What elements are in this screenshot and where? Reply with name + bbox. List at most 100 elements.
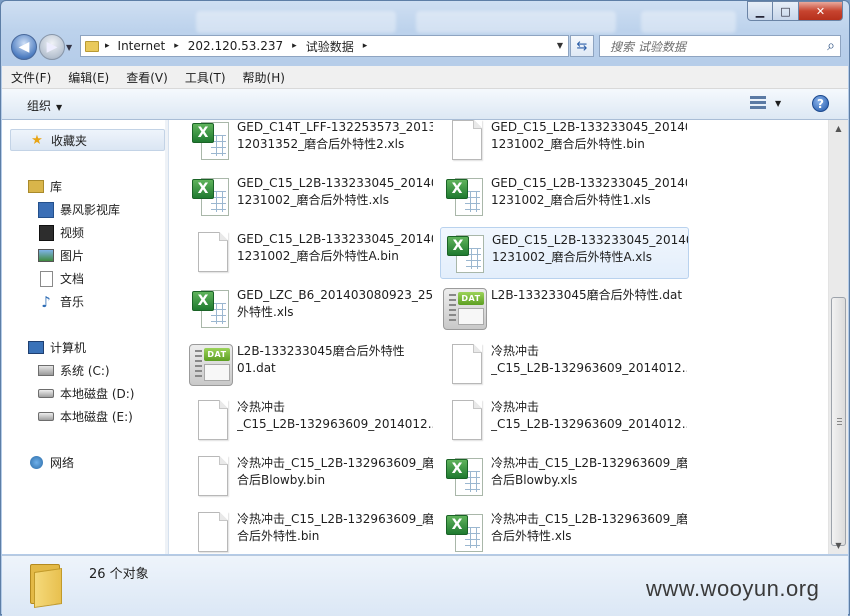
search-icon[interactable]: ⌕	[827, 38, 835, 54]
sidebar-item-favorites[interactable]: ★ 收藏夹	[10, 129, 165, 151]
chevron-right-icon[interactable]: ▸	[363, 41, 368, 51]
file-item[interactable]: X 冷热冲击_C15_L2B-132963609_磨 合后外特性.xls	[440, 507, 689, 554]
navigation-pane-divider[interactable]	[165, 120, 168, 554]
sidebar-item-documents[interactable]: 文档	[38, 270, 84, 287]
recent-pages-dropdown[interactable]: ▼	[66, 43, 72, 52]
file-item[interactable]: GED_C15_L2B-133233045_20140 1231002_磨合后外特…	[186, 227, 435, 279]
file-item[interactable]: X GED_C15_L2B-133233045_20140 1231002_磨合后外…	[186, 171, 435, 223]
menu-view[interactable]: 查看(V)	[117, 69, 176, 86]
help-button[interactable]: ?	[812, 95, 829, 112]
close-button[interactable]: ✕	[799, 1, 843, 21]
breadcrumb-item[interactable]: 202.120.53.237	[188, 39, 283, 53]
item-count: 26 个对象	[89, 567, 149, 582]
file-item[interactable]: DAT L2B-133233045磨合后外特性 01.dat	[186, 339, 435, 391]
file-name-line: GED_C15_L2B-133233045_20140	[237, 232, 433, 246]
sidebar-item-label: 计算机	[50, 341, 87, 355]
generic-file-icon	[443, 344, 487, 386]
video-library-icon	[38, 201, 54, 218]
breadcrumb-item[interactable]: 试验数据	[306, 38, 354, 55]
sidebar-item-label: 系统 (C:)	[60, 364, 110, 378]
menu-tools[interactable]: 工具(T)	[176, 69, 234, 86]
view-options-dropdown[interactable]: ▼	[775, 99, 781, 108]
file-name-line: 1231002_磨合后外特性1.xls	[491, 192, 651, 207]
generic-file-icon	[189, 456, 233, 498]
file-name-line: 合后外特性.xls	[491, 528, 572, 543]
background-tab	[641, 11, 736, 33]
file-item[interactable]: DAT L2B-133233045磨合后外特性.dat	[440, 283, 689, 335]
file-item[interactable]: X GED_LZC_B6_201403080923_250 外特性.xls	[186, 283, 435, 335]
generic-file-icon	[189, 512, 233, 554]
file-name-line: 冷热冲击	[237, 400, 286, 414]
sidebar-item-computer[interactable]: 计算机	[28, 339, 86, 356]
address-bar[interactable]: ▸ Internet ▸ 202.120.53.237 ▸ 试验数据 ▸ ▼	[80, 35, 569, 57]
sidebar-item-video-library[interactable]: 暴风影视库	[38, 201, 120, 218]
file-item[interactable]: X GED_C14T_LFF-132253573_2013 12031352_磨合后…	[186, 120, 435, 167]
sidebar-item-network[interactable]: 网络	[28, 454, 74, 471]
system-drive-icon	[38, 363, 54, 379]
minimize-button[interactable]: ▁	[747, 1, 773, 21]
sidebar-item-label: 本地磁盘 (D:)	[60, 387, 135, 401]
generic-file-icon	[443, 400, 487, 442]
file-name-line: 合后Blowby.xls	[491, 472, 578, 487]
excel-file-icon: X	[444, 233, 488, 275]
maximize-button[interactable]: □	[773, 1, 799, 21]
scroll-up-icon[interactable]: ▲	[829, 120, 848, 137]
sidebar-item-videos[interactable]: 视频	[38, 224, 84, 241]
sidebar-item-library[interactable]: 库	[28, 178, 62, 195]
music-icon: ♪	[41, 292, 51, 311]
forward-button[interactable]: ▶	[39, 34, 65, 60]
menu-bar: 文件(F) 编辑(E) 查看(V) 工具(T) 帮助(H)	[2, 66, 848, 89]
chevron-right-icon[interactable]: ▸	[292, 41, 297, 51]
file-item[interactable]: X GED_C15_L2B-133233045_20140 1231002_磨合后外…	[440, 171, 689, 223]
file-item[interactable]: 冷热冲击 _C15_L2B-132963609_2014012...	[186, 395, 435, 447]
chevron-right-icon[interactable]: ▸	[105, 41, 110, 51]
vertical-scrollbar[interactable]: ▲ ▼	[828, 120, 848, 554]
file-item[interactable]: 冷热冲击_C15_L2B-132963609_磨 合后外特性.bin	[186, 507, 435, 554]
file-item[interactable]: 冷热冲击_C15_L2B-132963609_磨 合后Blowby.bin	[186, 451, 435, 503]
file-item[interactable]: 冷热冲击 _C15_L2B-132963609_2014012...	[440, 395, 689, 447]
file-item[interactable]: X 冷热冲击_C15_L2B-132963609_磨 合后Blowby.xls	[440, 451, 689, 503]
computer-icon	[28, 340, 44, 356]
scrollbar-thumb[interactable]	[831, 297, 846, 546]
file-name-line: 冷热冲击_C15_L2B-132963609_磨	[491, 456, 687, 470]
search-input[interactable]: 搜索 试验数据 ⌕	[599, 35, 841, 57]
sidebar-item-label: 网络	[50, 456, 75, 470]
organize-button[interactable]: 组织 ▼	[27, 97, 62, 114]
file-name-line: GED_C15_L2B-133233045_20140	[491, 176, 687, 190]
background-tab	[416, 11, 616, 33]
scroll-down-icon[interactable]: ▼	[829, 537, 848, 554]
file-item[interactable]: 冷热冲击 _C15_L2B-132963609_2014012...	[440, 339, 689, 391]
sidebar-item-drive-c[interactable]: 系统 (C:)	[38, 362, 110, 379]
file-name: 冷热冲击_C15_L2B-132963609_磨 合后Blowby.bin	[237, 455, 433, 488]
sidebar-item-music[interactable]: ♪ 音乐	[38, 292, 84, 311]
chevron-down-icon: ▼	[56, 103, 63, 112]
file-name-line: _C15_L2B-132963609_2014012...	[237, 416, 433, 431]
back-button[interactable]: ◀	[11, 34, 37, 60]
sidebar-item-label: 图片	[60, 249, 85, 263]
chevron-right-icon[interactable]: ▸	[174, 41, 179, 51]
file-name: 冷热冲击_C15_L2B-132963609_磨 合后外特性.bin	[237, 511, 433, 544]
file-item[interactable]: GED_C15_L2B-133233045_20140 1231002_磨合后外特…	[440, 120, 689, 167]
file-name-line: 冷热冲击	[491, 344, 540, 358]
generic-file-icon	[189, 400, 233, 442]
file-name-line: 冷热冲击_C15_L2B-132963609_磨	[491, 512, 687, 526]
file-name-line: 1231002_磨合后外特性A.xls	[492, 249, 652, 264]
change-view-icon[interactable]	[750, 96, 768, 110]
hard-drive-icon	[38, 386, 54, 402]
address-dropdown-icon[interactable]: ▼	[557, 41, 563, 50]
network-icon	[28, 455, 44, 471]
menu-file[interactable]: 文件(F)	[2, 69, 59, 86]
menu-edit[interactable]: 编辑(E)	[59, 69, 117, 86]
library-icon	[28, 179, 44, 195]
file-name-line: L2B-133233045磨合后外特性	[237, 344, 405, 358]
sidebar-item-pictures[interactable]: 图片	[38, 247, 84, 264]
file-name-line: 01.dat	[237, 360, 276, 375]
file-name: GED_C15_L2B-133233045_20140 1231002_磨合后外特…	[237, 175, 433, 208]
menu-help[interactable]: 帮助(H)	[234, 69, 293, 86]
file-name: GED_C14T_LFF-132253573_2013 12031352_磨合后外…	[237, 120, 433, 152]
breadcrumb-item[interactable]: Internet	[118, 39, 166, 53]
refresh-button[interactable]: ⇆	[570, 35, 594, 57]
sidebar-item-drive-d[interactable]: 本地磁盘 (D:)	[38, 385, 134, 402]
file-item[interactable]: X GED_C15_L2B-133233045_20140 1231002_磨合后外…	[440, 227, 689, 279]
sidebar-item-drive-e[interactable]: 本地磁盘 (E:)	[38, 408, 133, 425]
